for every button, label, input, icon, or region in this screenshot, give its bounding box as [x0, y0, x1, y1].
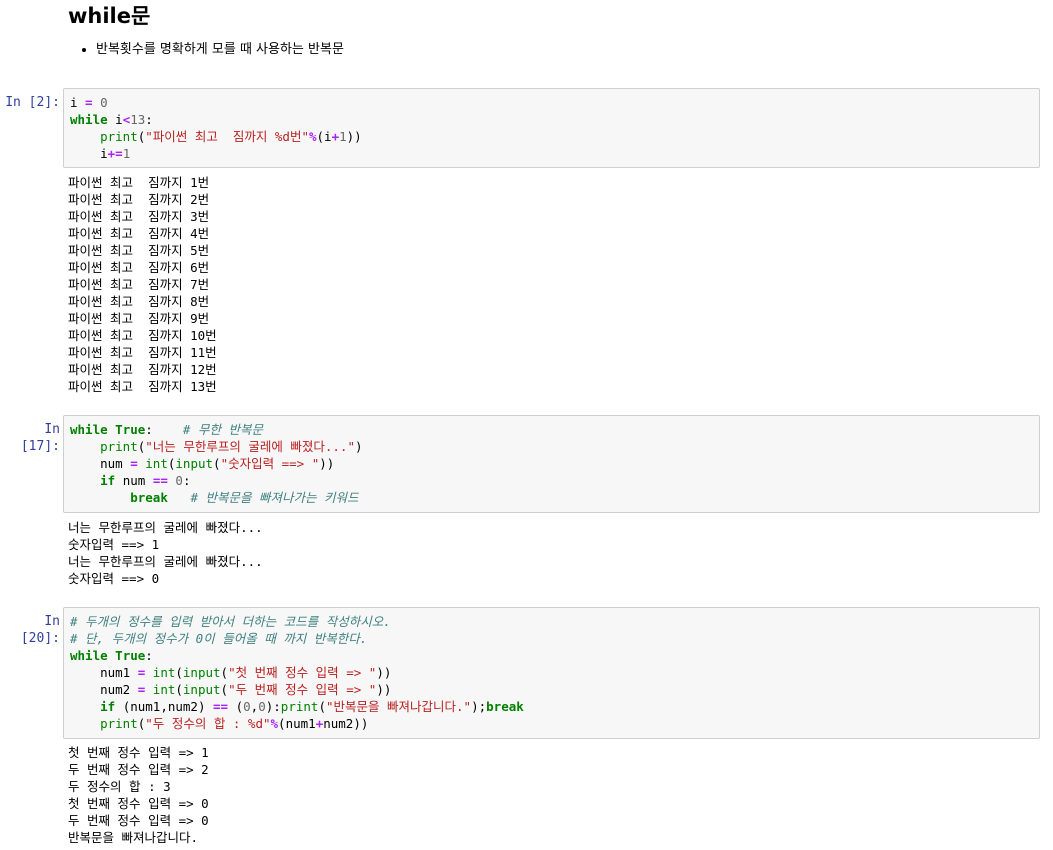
cell-prompt: In [20]:: [20, 614, 60, 646]
cell-prompt: In [2]:: [5, 95, 60, 110]
bullet-list: 반복횟수를 명확하게 모를 때 사용하는 반복문: [68, 41, 344, 59]
code-input[interactable]: while True: # 무한 반복문 print("너는 무한루프의 굴레에…: [63, 415, 1040, 513]
code-input[interactable]: # 두개의 정수를 입력 받아서 더하는 코드를 작성하시오. # 단, 두개의…: [63, 607, 1040, 739]
cell-output: 너는 무한루프의 굴레에 빠졌다... 숫자입력 ==> 1 너는 무한루프의 …: [68, 520, 263, 586]
code-text[interactable]: # 두개의 정수를 입력 받아서 더하는 코드를 작성하시오. # 단, 두개의…: [70, 613, 1033, 732]
cell-prompt: In [17]:: [20, 422, 60, 454]
cell-output: 첫 번째 정수 입력 => 1 두 번째 정수 입력 => 2 두 정수의 합 …: [68, 745, 209, 845]
code-text[interactable]: while True: # 무한 반복문 print("너는 무한루프의 굴레에…: [70, 421, 1033, 506]
code-input[interactable]: i = 0 while i<13: print("파이썬 최고 짐까지 %d번"…: [63, 88, 1040, 168]
markdown-cell: while문 반복횟수를 명확하게 모를 때 사용하는 반복문: [68, 2, 344, 59]
bullet-item: 반복횟수를 명확하게 모를 때 사용하는 반복문: [96, 41, 344, 59]
code-text[interactable]: i = 0 while i<13: print("파이썬 최고 짐까지 %d번"…: [70, 94, 1033, 162]
cell-output: 파이썬 최고 짐까지 1번 파이썬 최고 짐까지 2번 파이썬 최고 짐까지 3…: [68, 175, 217, 394]
section-heading: while문: [68, 4, 151, 28]
